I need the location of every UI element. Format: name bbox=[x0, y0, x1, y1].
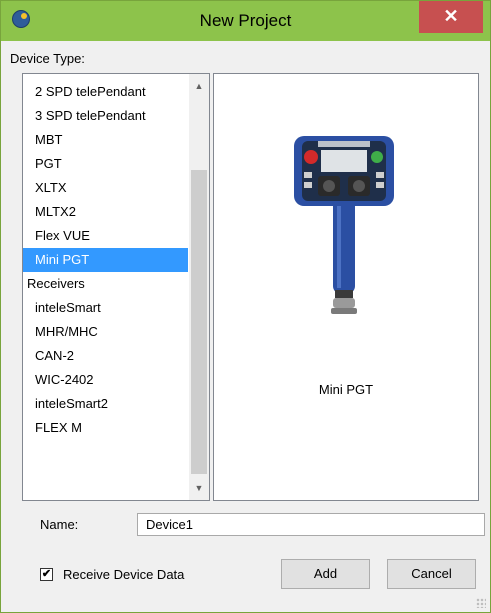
list-item[interactable]: inteleSmart bbox=[23, 296, 188, 320]
preview-caption: Mini PGT bbox=[318, 382, 374, 397]
list-item[interactable]: 2 SPD telePendant bbox=[23, 80, 188, 104]
close-button[interactable]: ✕ bbox=[419, 1, 483, 33]
list-item[interactable]: MHR/MHC bbox=[23, 320, 188, 344]
device-type-label: Device Type: bbox=[10, 51, 85, 66]
resize-grip-icon[interactable] bbox=[476, 598, 486, 608]
device-type-list[interactable]: 2 SPD telePendant 3 SPD telePendant MBT PGT… bbox=[22, 73, 210, 501]
list-item[interactable]: 3 SPD telePendant bbox=[23, 104, 188, 128]
list-item[interactable]: CAN-2 bbox=[23, 344, 188, 368]
device-preview-panel: Mini PGT bbox=[213, 73, 479, 501]
list-item[interactable]: Flex VUE bbox=[23, 224, 188, 248]
receive-device-data-checkbox[interactable]: ✔ bbox=[40, 568, 53, 581]
add-button[interactable]: Add bbox=[281, 559, 370, 589]
name-input[interactable] bbox=[137, 513, 485, 536]
list-item[interactable]: Mini PGT bbox=[23, 248, 188, 272]
scroll-down-icon[interactable]: ▼ bbox=[189, 478, 209, 498]
list-item[interactable]: WIC-2402 bbox=[23, 368, 188, 392]
window-title: New Project bbox=[199, 11, 292, 30]
name-label: Name: bbox=[40, 517, 79, 532]
list-item[interactable]: XLTX bbox=[23, 176, 188, 200]
receive-device-data-label[interactable]: Receive Device Data bbox=[63, 567, 184, 582]
title-bar[interactable]: New Project ✕ bbox=[1, 1, 490, 41]
list-item[interactable]: MBT bbox=[23, 128, 188, 152]
list-item[interactable]: FLEX M bbox=[23, 416, 188, 440]
list-item[interactable]: inteleSmart2 bbox=[23, 392, 188, 416]
list-scrollbar[interactable]: ▲ ▼ bbox=[189, 74, 209, 500]
new-project-dialog: New Project ✕ Device Type: 2 SPD telePen… bbox=[0, 0, 491, 613]
list-item[interactable]: MLTX2 bbox=[23, 200, 188, 224]
list-group-header[interactable]: Receivers bbox=[23, 272, 188, 296]
mini-pgt-device-image bbox=[294, 136, 394, 314]
scroll-thumb[interactable] bbox=[191, 170, 207, 474]
cancel-button[interactable]: Cancel bbox=[387, 559, 476, 589]
scroll-up-icon[interactable]: ▲ bbox=[189, 76, 209, 96]
list-item[interactable]: PGT bbox=[23, 152, 188, 176]
